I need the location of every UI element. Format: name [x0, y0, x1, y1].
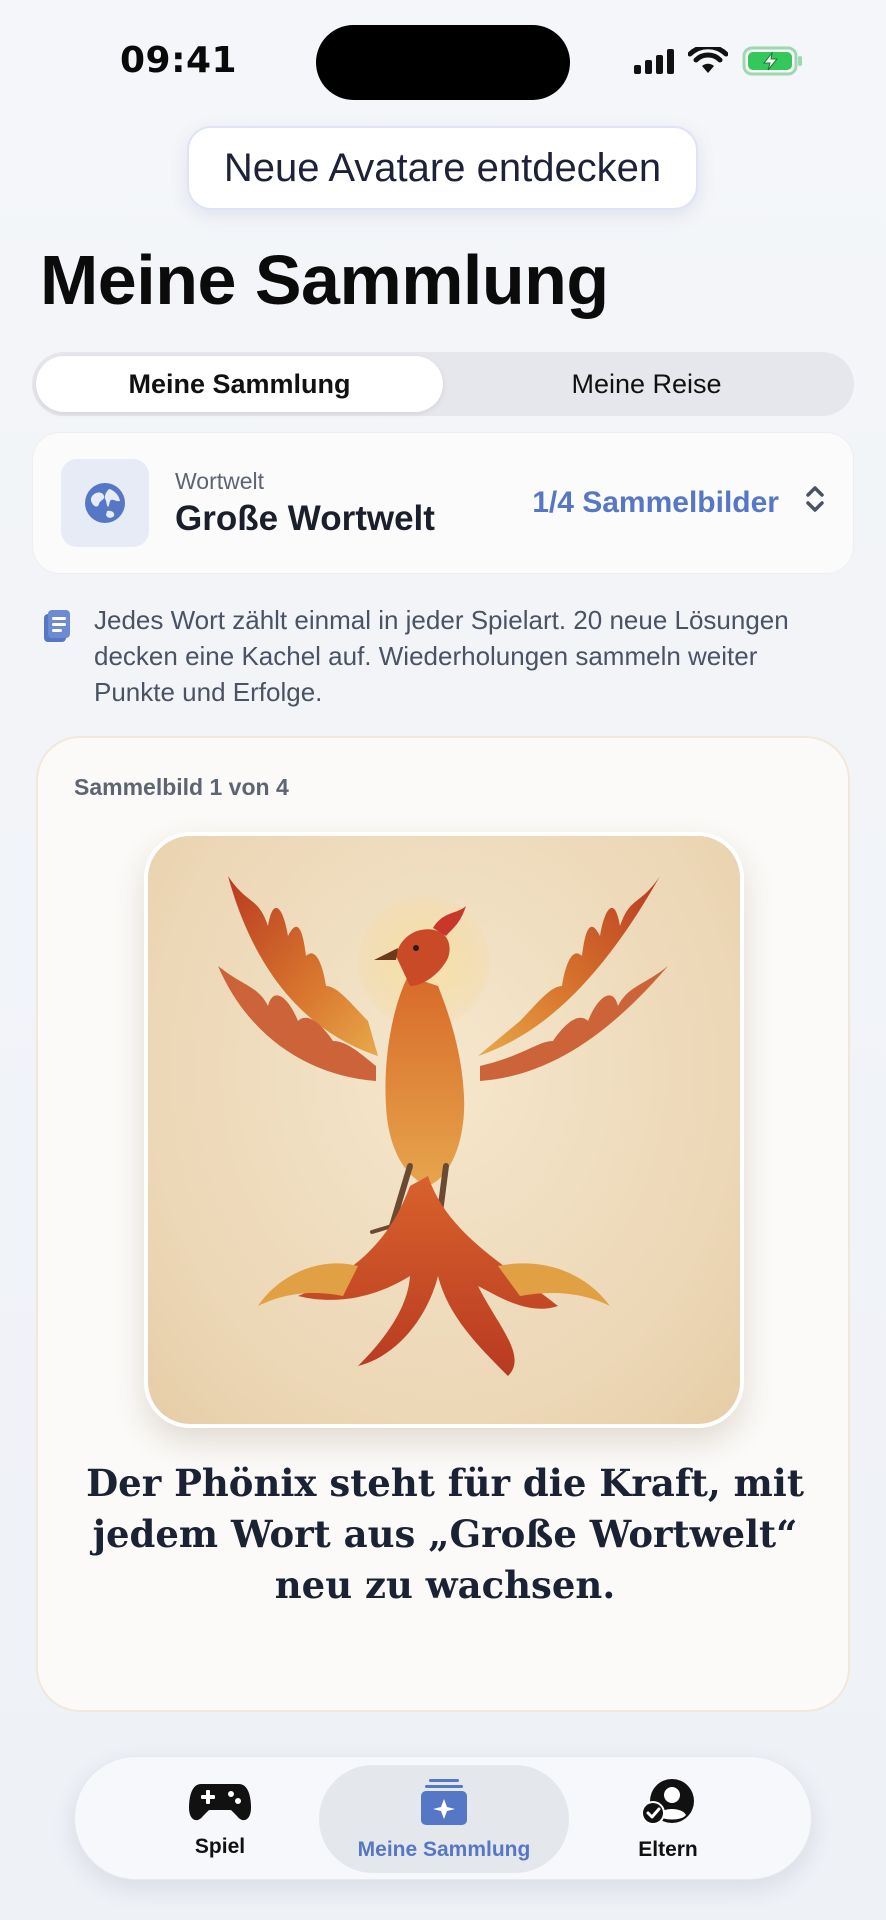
segment-meine-sammlung[interactable]: Meine Sammlung	[36, 356, 443, 412]
info-text: Jedes Wort zählt einmal in jeder Spielar…	[94, 605, 789, 707]
tab-meine-sammlung[interactable]: Meine Sammlung	[319, 1765, 569, 1873]
collectible-card: Sammelbild 1 von 4 Der Phönix steht für …	[36, 736, 850, 1712]
globe-icon	[61, 459, 149, 547]
collectible-caption: Sammelbild 1 von 4	[74, 774, 289, 800]
segmented-control: Meine Sammlung Meine Reise	[32, 352, 854, 416]
discover-avatars-button[interactable]: Neue Avatare entdecken	[187, 126, 698, 210]
phoenix-image[interactable]	[144, 832, 744, 1428]
wortwelt-label: Wortwelt	[175, 467, 265, 494]
parent-profile-icon	[640, 1777, 696, 1832]
tab-label-spiel: Spiel	[194, 1834, 246, 1858]
chevron-up-down-icon	[805, 484, 825, 522]
status-icons	[634, 46, 804, 76]
page-title: Meine Sammlung	[40, 241, 609, 319]
cellular-signal-icon	[634, 48, 674, 74]
status-time: 09:41	[120, 40, 238, 81]
collectible-quote: Der Phönix steht für die Kraft, mit jede…	[86, 1461, 804, 1607]
tab-label-eltern: Eltern	[638, 1837, 698, 1861]
document-icon	[42, 602, 74, 710]
tab-label-meine-sammlung: Meine Sammlung	[357, 1837, 531, 1861]
wifi-icon	[688, 47, 728, 75]
dynamic-island	[316, 25, 570, 100]
tab-bar: Spiel Meine Sammlung Eltern	[74, 1756, 812, 1880]
segment-meine-reise[interactable]: Meine Reise	[443, 356, 850, 412]
collection-icon	[419, 1777, 469, 1832]
wortwelt-selector[interactable]: Wortwelt Große Wortwelt 1/4 Sammelbilder	[32, 432, 854, 574]
info-note: Jedes Wort zählt einmal in jeder Spielar…	[42, 602, 842, 710]
battery-charging-icon	[742, 46, 804, 76]
tab-spiel[interactable]: Spiel	[95, 1765, 345, 1873]
gamepad-icon	[187, 1780, 253, 1829]
collectible-count: 1/4 Sammelbilder	[532, 486, 779, 519]
tab-eltern[interactable]: Eltern	[543, 1765, 793, 1873]
wortwelt-name: Große Wortwelt	[175, 498, 435, 538]
